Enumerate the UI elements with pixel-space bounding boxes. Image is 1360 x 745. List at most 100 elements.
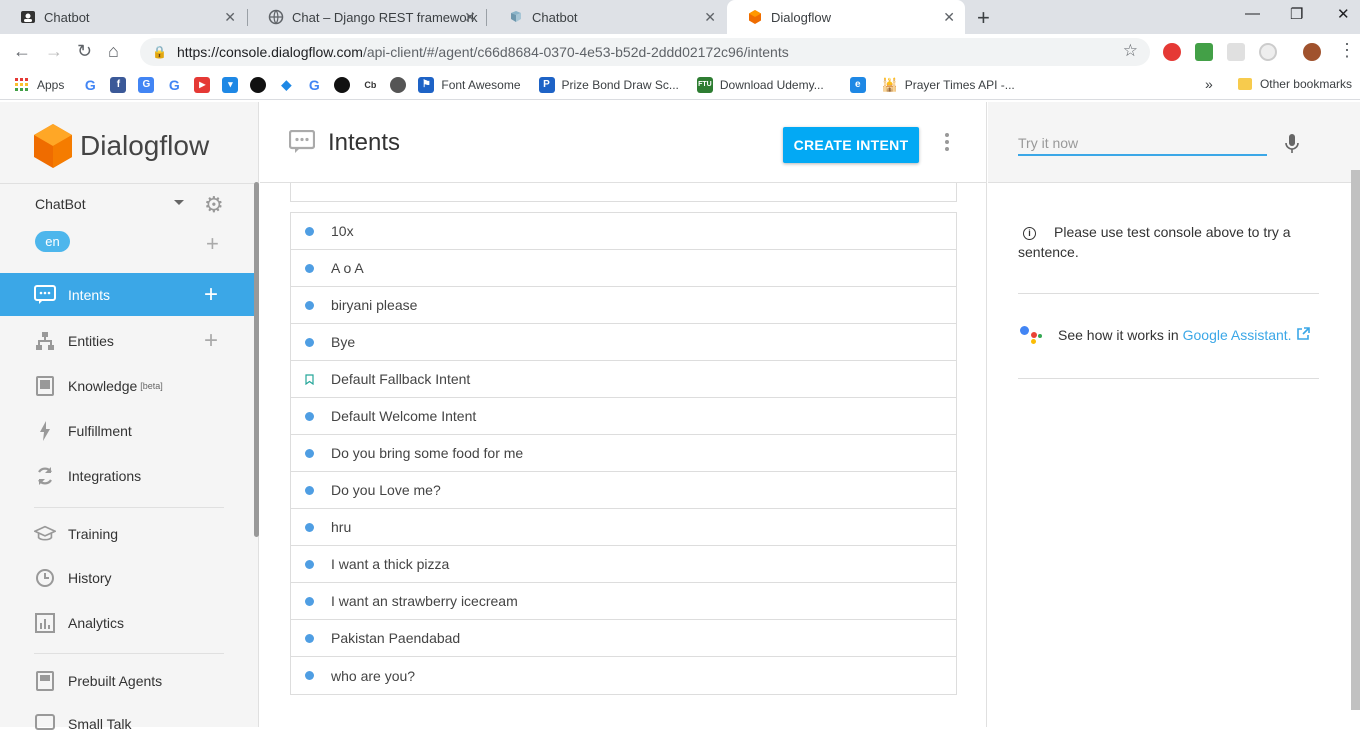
divider [0,183,259,184]
close-tab-icon[interactable]: ✕ [704,9,716,26]
adblock-extension-icon[interactable] [1163,43,1181,61]
bookmark-github[interactable] [250,76,267,93]
ftu-icon: FTU [696,76,713,93]
bookmark-google-3[interactable]: G [306,77,322,93]
extension-icon[interactable] [1195,43,1213,61]
prebuilt-agents-icon [34,670,56,692]
add-language-icon[interactable]: + [206,233,219,255]
sidebar-item-knowledge[interactable]: Knowledge [beta] [0,364,254,407]
google-assistant-link[interactable]: Google Assistant. [1183,327,1292,343]
gear-icon[interactable]: ⚙ [204,194,224,216]
add-entity-icon[interactable]: + [204,328,218,352]
create-intent-button[interactable]: CREATE INTENT [783,127,919,163]
sidebar-item-fulfillment[interactable]: Fulfillment [0,409,254,452]
bookmark-github-2[interactable] [334,76,351,93]
browser-tab-4[interactable]: Dialogflow ✕ [727,0,965,34]
agent-dropdown-icon[interactable] [174,200,184,205]
bookmark-label: Prayer Times API -... [904,77,1015,92]
address-bar[interactable]: 🔒 https://console.dialogflow.com/api-cli… [140,38,1150,66]
bookmark-google-2[interactable]: G [166,77,182,93]
add-intent-icon[interactable]: + [204,282,218,306]
close-window-icon[interactable]: ✕ [1337,5,1350,23]
intent-row[interactable]: I want a thick pizza [291,546,956,583]
forward-icon[interactable]: → [45,41,63,62]
bookmark-dropbox[interactable]: ◆ [278,77,294,93]
intent-name: 10x [331,223,354,239]
browser-tab-3[interactable]: Chatbot ✕ [488,0,726,34]
external-link-icon[interactable] [1296,327,1310,343]
intent-row[interactable]: Bye [291,324,956,361]
agent-name[interactable]: ChatBot [35,196,86,212]
sidebar-item-label: Entities [68,332,114,349]
sidebar-item-entities[interactable]: Entities + [0,319,254,362]
intent-search-box[interactable] [290,183,957,202]
close-tab-icon[interactable]: ✕ [943,9,955,26]
lock-icon: 🔒 [152,45,167,59]
bookmark-google[interactable]: G [82,77,98,93]
google-assistant-promo: See how it works in Google Assistant. [1018,324,1310,346]
intent-status-dot [305,300,314,310]
bookmark-apps[interactable]: Apps [14,77,64,93]
language-badge[interactable]: en [35,231,70,252]
dialogflow-logo[interactable]: Dialogflow [34,124,209,168]
intent-row[interactable]: Default Welcome Intent [291,398,956,435]
sidebar-item-integrations[interactable]: Integrations [0,454,254,497]
close-tab-icon[interactable]: ✕ [224,9,236,26]
extension-icon[interactable] [1227,43,1245,61]
bookmarks-overflow-icon[interactable]: » [1205,76,1213,92]
intent-row[interactable]: Default Fallback Intent [291,361,956,398]
sidebar-scrollbar[interactable] [254,182,259,537]
close-tab-icon[interactable]: ✕ [464,9,476,26]
microphone-icon[interactable] [1285,134,1299,159]
bookmark-facebook[interactable]: f [110,76,127,93]
more-options-icon[interactable] [945,133,949,154]
entities-icon [34,330,56,352]
intent-row[interactable]: I want an strawberry icecream [291,583,956,620]
minimize-icon[interactable]: — [1245,5,1260,22]
intent-row[interactable]: Do you bring some food for me [291,435,956,472]
intent-row[interactable]: A o A [291,250,956,287]
profile-avatar[interactable] [1303,43,1321,61]
sidebar-item-history[interactable]: History [0,556,254,599]
intent-row[interactable]: 10x [291,213,956,250]
bookmark-star-icon[interactable]: ☆ [1123,41,1138,61]
intent-row[interactable]: Do you Love me? [291,472,956,509]
sidebar-item-small-talk[interactable]: Small Talk [0,702,254,745]
bookmark-pocket[interactable]: ▾ [222,76,239,93]
page-scrollbar[interactable] [1351,170,1360,710]
back-icon[interactable]: ← [13,41,31,62]
intent-row[interactable]: hru [291,509,956,546]
intent-row[interactable]: Pakistan Paendabad [291,620,956,657]
sidebar-item-intents[interactable]: Intents + [0,273,254,316]
bookmark-globe[interactable] [390,76,407,93]
sidebar-item-prebuilt-agents[interactable]: Prebuilt Agents [0,659,254,702]
extension-icon[interactable] [1259,43,1277,61]
bookmark-e[interactable]: e [849,76,866,93]
lightning-icon [34,420,56,442]
browser-tab-2[interactable]: Chat – Django REST framework ✕ [248,0,486,34]
bookmark-font-awesome[interactable]: ⚑ Font Awesome [418,76,521,93]
console-info: i Please use test console above to try a … [1018,222,1318,262]
bookmark-cb[interactable]: Cb [362,77,378,93]
sidebar-item-analytics[interactable]: Analytics [0,601,254,644]
intent-row[interactable]: biryani please [291,287,956,324]
bookmark-google-translate[interactable]: G [138,76,155,93]
restore-icon[interactable]: ❐ [1290,5,1303,23]
chatbot-icon [508,9,524,25]
chrome-menu-icon[interactable]: ⋮ [1338,40,1356,61]
bookmark-prayer-times[interactable]: 🕌 Prayer Times API -... [882,77,1015,93]
bookmark-youtube[interactable]: ▶ [194,76,211,93]
sidebar-item-training[interactable]: Training [0,512,254,555]
other-bookmarks[interactable]: Other bookmarks [1237,77,1352,91]
bookmark-udemy[interactable]: FTU Download Udemy... [696,76,824,93]
intent-row[interactable]: who are you? [291,657,956,694]
browser-tab-1[interactable]: Chatbot ✕ [0,0,246,34]
try-it-now-input[interactable] [1018,132,1267,156]
url-host: https://console.dialogflow.com [176,44,363,60]
home-icon[interactable]: ⌂ [108,41,119,62]
other-bookmarks-label: Other bookmarks [1259,77,1352,91]
intent-list: 10x A o A biryani please Bye Default Fallbac… [290,212,957,695]
reload-icon[interactable]: ↻ [77,41,92,62]
bookmark-prize-bond[interactable]: P Prize Bond Draw Sc... [538,76,679,93]
new-tab-button[interactable]: + [977,5,990,31]
